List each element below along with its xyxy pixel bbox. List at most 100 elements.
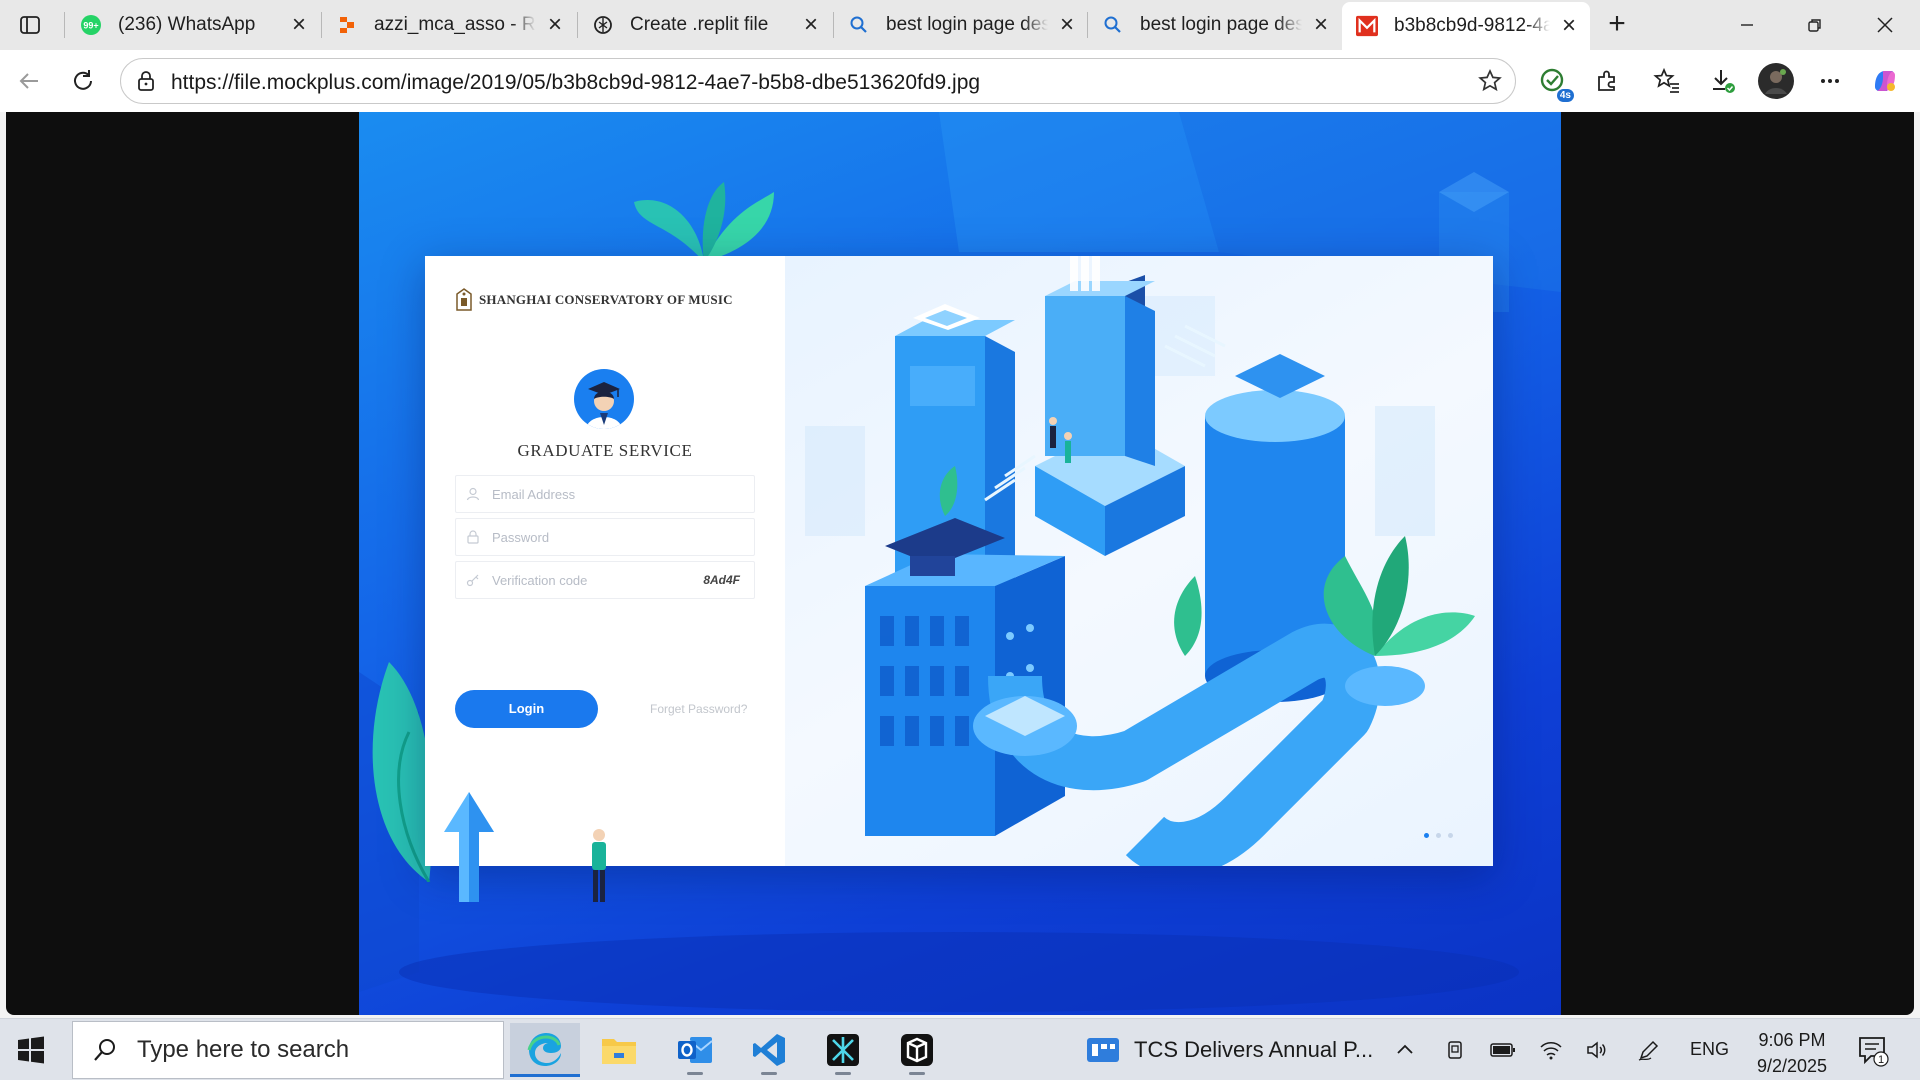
taskbar-clock[interactable]: 9:06 PM 9/2/2025: [1742, 1027, 1842, 1079]
settings-more-button[interactable]: [1813, 64, 1847, 98]
clock-date: 9/2/2025: [1756, 1056, 1828, 1076]
tab-close-button[interactable]: ×: [288, 13, 310, 37]
standing-person-illustration: [592, 829, 606, 902]
windows-start-icon[interactable]: [14, 1033, 48, 1067]
meet-now-icon: [1448, 1041, 1462, 1059]
battery-status[interactable]: [1488, 1035, 1518, 1065]
favorites-button[interactable]: [1650, 64, 1684, 98]
forget-password-link[interactable]: Forget Password?: [650, 702, 747, 716]
taskbar-app-file-explorer[interactable]: [584, 1023, 654, 1077]
favorite-star-icon[interactable]: [1477, 68, 1503, 94]
tab-replit[interactable]: azzi_mca_asso - Replit ×: [322, 6, 576, 44]
close-window-button[interactable]: [1862, 8, 1908, 42]
extensions-button[interactable]: [1590, 64, 1624, 98]
copilot-icon: [1875, 71, 1895, 91]
favorites-list-icon: [1653, 67, 1679, 93]
browser-toolbar: https://file.mockplus.com/image/2019/05/…: [0, 50, 1920, 112]
tab-close-button[interactable]: ×: [1558, 14, 1580, 38]
arrow-sculpture-illustration: [444, 792, 494, 902]
pen-icon: [1638, 1040, 1659, 1061]
carousel-dot[interactable]: [1448, 833, 1453, 838]
taskbar-app-capcut[interactable]: [882, 1023, 952, 1077]
lock-icon: [138, 71, 154, 91]
mockplus-icon: [1356, 15, 1378, 37]
taskbar-search-box[interactable]: Type here to search: [72, 1021, 504, 1079]
lock-icon: [467, 530, 479, 544]
more-horizontal-icon: [1821, 79, 1839, 83]
file-explorer-icon: [602, 1039, 636, 1064]
address-bar[interactable]: https://file.mockplus.com/image/2019/05/…: [120, 58, 1516, 104]
outlook-icon: [678, 1037, 713, 1063]
input-language-indicator[interactable]: ENG: [1690, 1039, 1729, 1060]
windows-taskbar: Type here to search TCS Delivers Annual …: [0, 1018, 1920, 1080]
back-button[interactable]: [10, 62, 48, 100]
avatar: [1758, 63, 1794, 99]
battery-icon: [1490, 1043, 1515, 1057]
network-status[interactable]: [1536, 1035, 1566, 1065]
key-icon: [466, 574, 479, 587]
carousel-dot[interactable]: [1436, 833, 1441, 838]
tab-actions-menu-button[interactable]: [10, 8, 50, 42]
tab-close-button[interactable]: ×: [1310, 13, 1332, 37]
replit-icon: [336, 14, 358, 36]
restore-button[interactable]: [1792, 8, 1838, 42]
taskbar-news-widget[interactable]: TCS Delivers Annual P...: [1086, 1029, 1373, 1071]
vscode-icon: [753, 1034, 785, 1066]
captcha-code[interactable]: 8Ad4F: [703, 573, 740, 587]
taskbar-app-edge[interactable]: [510, 1023, 580, 1077]
verification-placeholder: Verification code: [492, 572, 588, 588]
tab-search-login-1[interactable]: best login page design ×: [834, 6, 1088, 44]
downloads-button[interactable]: [1706, 64, 1740, 98]
puzzle-icon: [1598, 70, 1615, 91]
tab-mockplus-image[interactable]: b3b8cb9d-9812-4ae7-b5b8 ×: [1342, 2, 1590, 50]
minimize-icon: [1741, 24, 1753, 26]
user-icon: [466, 487, 480, 501]
show-hidden-icons-button[interactable]: [1390, 1035, 1420, 1065]
pen-menu-button[interactable]: [1634, 1035, 1664, 1065]
tab-title: best login page design: [1140, 14, 1302, 35]
chevron-up-icon: [1397, 1044, 1413, 1054]
copilot-button[interactable]: [1868, 64, 1902, 98]
svg-text:99+: 99+: [83, 21, 98, 31]
login-button[interactable]: Login: [455, 690, 598, 728]
carousel-dot[interactable]: [1424, 833, 1429, 838]
tab-title: azzi_mca_asso - Replit: [374, 14, 536, 35]
tab-search-login-2[interactable]: best login page design ×: [1088, 6, 1342, 44]
taskbar-search-placeholder: Type here to search: [137, 1036, 350, 1063]
taskbar-app-vscode[interactable]: [734, 1023, 804, 1077]
extension-timer-button[interactable]: 4s: [1536, 64, 1574, 102]
minimize-button[interactable]: [1724, 8, 1770, 42]
taskbar-app-cursor[interactable]: [808, 1023, 878, 1077]
tab-close-button[interactable]: ×: [800, 13, 822, 37]
email-field[interactable]: Email Address: [455, 475, 755, 513]
extension-badge: 4s: [1556, 89, 1574, 102]
notification-center-icon[interactable]: 1: [1856, 1033, 1890, 1067]
restore-icon: [1808, 19, 1821, 32]
tab-create-replit-file[interactable]: Create .replit file ×: [578, 6, 832, 44]
carousel-dots: [1424, 833, 1453, 838]
search-icon: [94, 1039, 115, 1061]
wifi-icon: [1540, 1042, 1562, 1060]
verification-code-field[interactable]: Verification code 8Ad4F: [455, 561, 755, 599]
isometric-campus-illustration: [785, 256, 1493, 866]
volume-control[interactable]: [1582, 1035, 1612, 1065]
password-field[interactable]: Password: [455, 518, 755, 556]
tray-meet-button[interactable]: [1440, 1035, 1470, 1065]
svg-text:1: 1: [1878, 1054, 1884, 1066]
news-headline: TCS Delivers Annual P...: [1134, 1037, 1374, 1062]
refresh-button[interactable]: [64, 62, 102, 100]
tab-whatsapp[interactable]: 99+ (236) WhatsApp ×: [66, 6, 320, 44]
new-tab-button[interactable]: +: [1600, 8, 1634, 42]
tab-close-button[interactable]: ×: [1056, 13, 1078, 37]
profile-avatar-button[interactable]: [1757, 62, 1795, 100]
login-card: SHANGHAI CONSERVATORY OF MUSIC GRADUATE …: [425, 256, 1493, 866]
campus-buildings-illustration: [805, 256, 1475, 866]
tab-close-button[interactable]: ×: [544, 13, 566, 37]
brand-name: SHANGHAI CONSERVATORY OF MUSIC: [479, 292, 733, 307]
tab-title: Create .replit file: [630, 14, 769, 35]
speaker-icon: [1587, 1041, 1606, 1059]
graduate-avatar-icon: [574, 369, 634, 429]
clock-time: 9:06 PM: [1758, 1030, 1826, 1050]
taskbar-app-outlook[interactable]: [660, 1023, 730, 1077]
arrow-left-icon: [19, 73, 38, 89]
